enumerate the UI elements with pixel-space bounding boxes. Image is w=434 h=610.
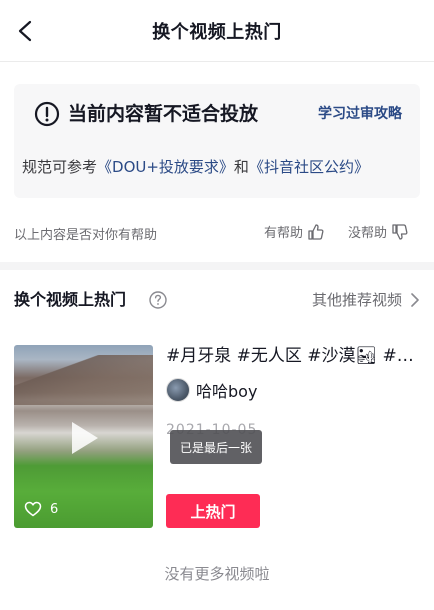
helpful-label: 有帮助 (264, 226, 304, 241)
exclamation-circle-icon (34, 101, 60, 127)
heart-icon (24, 501, 42, 517)
section-divider (0, 262, 434, 270)
feedback-row: 以上内容是否对你有帮助 有帮助 没帮助 (14, 222, 420, 244)
section-title: 换个视频上热门 (14, 290, 127, 309)
restriction-notice: 当前内容暂不适合投放 学习过审攻略 (14, 84, 420, 198)
review-guide-link[interactable]: 学习过审攻略 (318, 104, 402, 124)
notice-and: 和 (233, 158, 249, 176)
helpful-button[interactable]: 有帮助 (264, 222, 325, 241)
chevron-right-icon (411, 293, 419, 307)
question-circle-icon[interactable] (148, 290, 168, 310)
feedback-question: 以上内容是否对你有帮助 (14, 228, 158, 243)
boost-button[interactable]: 上热门 (166, 494, 260, 528)
notice-reference-line: 规范可参考《DOU+投放要求》和《抖音社区公约》 (22, 156, 369, 178)
notice-title: 当前内容暂不适合投放 (68, 103, 259, 125)
page-title: 换个视频上热门 (152, 21, 282, 43)
community-rules-link[interactable]: 《抖音社区公约》 (249, 158, 369, 176)
toast-message: 已是最后一张 (170, 430, 262, 464)
like-count: 6 (24, 500, 58, 518)
thumbnail-mountains (14, 355, 153, 405)
notice-prefix: 规范可参考 (22, 158, 98, 176)
author-info[interactable]: 哈哈boy (166, 377, 257, 403)
play-icon[interactable] (70, 420, 100, 456)
chevron-left-icon[interactable] (14, 19, 38, 43)
thumbs-down-icon (392, 223, 408, 240)
not-helpful-label: 没帮助 (348, 226, 388, 241)
like-count-value: 6 (50, 501, 59, 517)
other-videos-label: 其他推荐视频 (311, 291, 402, 309)
top-bar: 换个视频上热门 (0, 0, 434, 62)
thumbs-up-icon (308, 223, 324, 240)
no-more-videos: 没有更多视频啦 (164, 565, 270, 583)
video-thumbnail[interactable]: 6 (14, 345, 153, 528)
video-title: #月牙泉 #无人区 #沙漠🏜 #大西北 (166, 346, 420, 366)
not-helpful-button[interactable]: 没帮助 (348, 222, 409, 241)
avatar (166, 378, 190, 402)
author-name: 哈哈boy (196, 382, 258, 401)
other-recommended-videos-link[interactable]: 其他推荐视频 (312, 288, 420, 312)
section-header: 换个视频上热门 其他推荐视频 (14, 288, 420, 312)
dou-requirements-link[interactable]: 《DOU+投放要求》 (97, 158, 234, 176)
